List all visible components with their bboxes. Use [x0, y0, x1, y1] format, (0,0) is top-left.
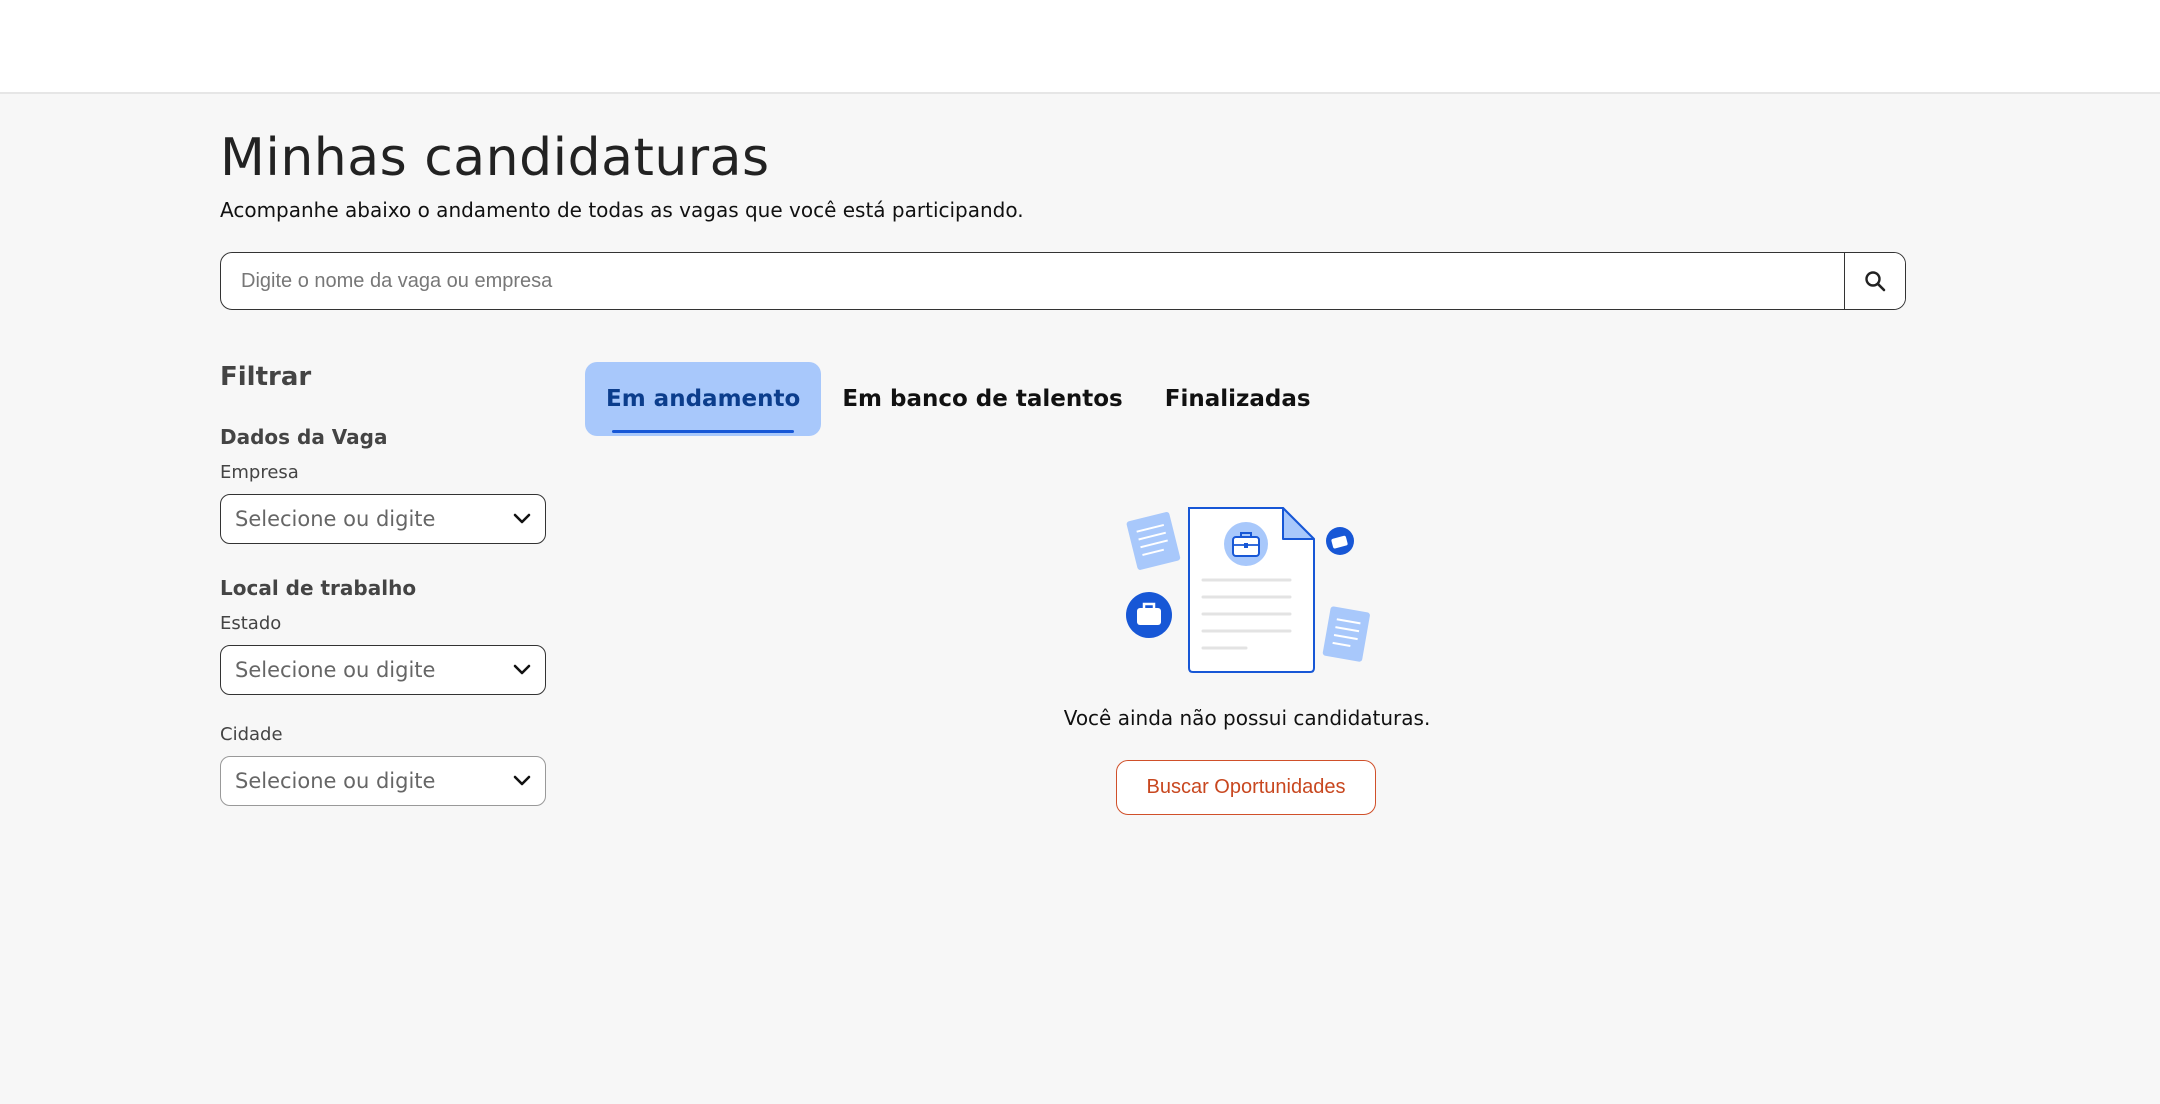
- filter-section-work-location: Local de trabalho: [220, 576, 417, 600]
- briefcase-badge-right: [1326, 527, 1354, 555]
- search-input[interactable]: [221, 253, 1844, 309]
- filter-title: Filtrar: [220, 362, 312, 392]
- chevron-down-icon: [513, 775, 531, 786]
- chevron-down-icon: [513, 664, 531, 675]
- briefcase-badge-left: [1126, 592, 1172, 638]
- estado-select-placeholder: Selecione ou digite: [235, 658, 436, 682]
- main-document: [1188, 507, 1315, 673]
- search-opportunities-button[interactable]: Buscar Oportunidades: [1116, 760, 1376, 815]
- tab-em-andamento[interactable]: Em andamento: [585, 362, 822, 436]
- empty-state-illustration: [1126, 507, 1370, 673]
- cidade-label: Cidade: [220, 724, 283, 745]
- status-tabs: Em andamento Em banco de talentos Finali…: [585, 362, 1332, 436]
- tab-label: Em banco de talentos: [842, 386, 1123, 412]
- page-subtitle: Acompanhe abaixo o andamento de todas as…: [220, 198, 1024, 222]
- active-tab-indicator: [612, 430, 795, 433]
- floating-paper-left: [1126, 511, 1181, 570]
- tab-label: Finalizadas: [1164, 386, 1311, 412]
- tab-finalizadas[interactable]: Finalizadas: [1144, 362, 1332, 436]
- estado-label: Estado: [220, 613, 282, 634]
- cidade-select-placeholder: Selecione ou digite: [235, 769, 436, 793]
- cidade-select[interactable]: Selecione ou digite: [220, 756, 546, 806]
- search-button[interactable]: [1844, 253, 1905, 309]
- floating-paper-right: [1322, 606, 1370, 662]
- page-title: Minhas candidaturas: [220, 128, 770, 188]
- search-icon: [1865, 271, 1886, 292]
- tab-em-banco-de-talentos[interactable]: Em banco de talentos: [821, 362, 1143, 436]
- chevron-down-icon: [513, 513, 531, 524]
- empresa-label: Empresa: [220, 462, 299, 483]
- filter-section-job-data: Dados da Vaga: [220, 425, 388, 449]
- tab-label: Em andamento: [606, 386, 801, 412]
- empresa-select[interactable]: Selecione ou digite: [220, 494, 546, 544]
- estado-select[interactable]: Selecione ou digite: [220, 645, 546, 695]
- search-bar: [220, 252, 1906, 310]
- empresa-select-placeholder: Selecione ou digite: [235, 507, 436, 531]
- top-navbar: [0, 0, 2160, 94]
- empty-state-message: Você ainda não possui candidaturas.: [1063, 706, 1431, 730]
